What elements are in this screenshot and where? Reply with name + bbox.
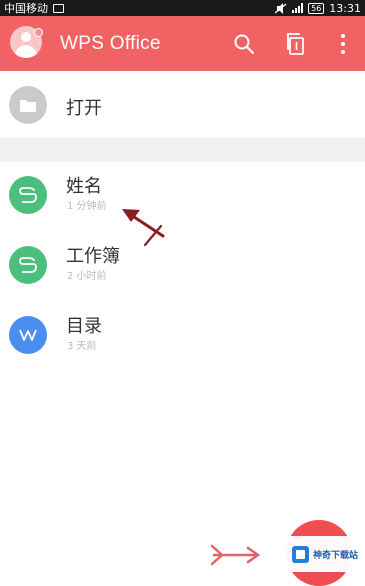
watermark: 神奇下载站 [286,536,360,572]
watermark-logo-icon [292,545,309,563]
watermark-text: 神奇下载站 [313,550,359,561]
annotation-overlay [122,209,261,566]
annotation-arrow-icon [122,209,165,247]
annotation-arrow-icon [210,544,261,566]
